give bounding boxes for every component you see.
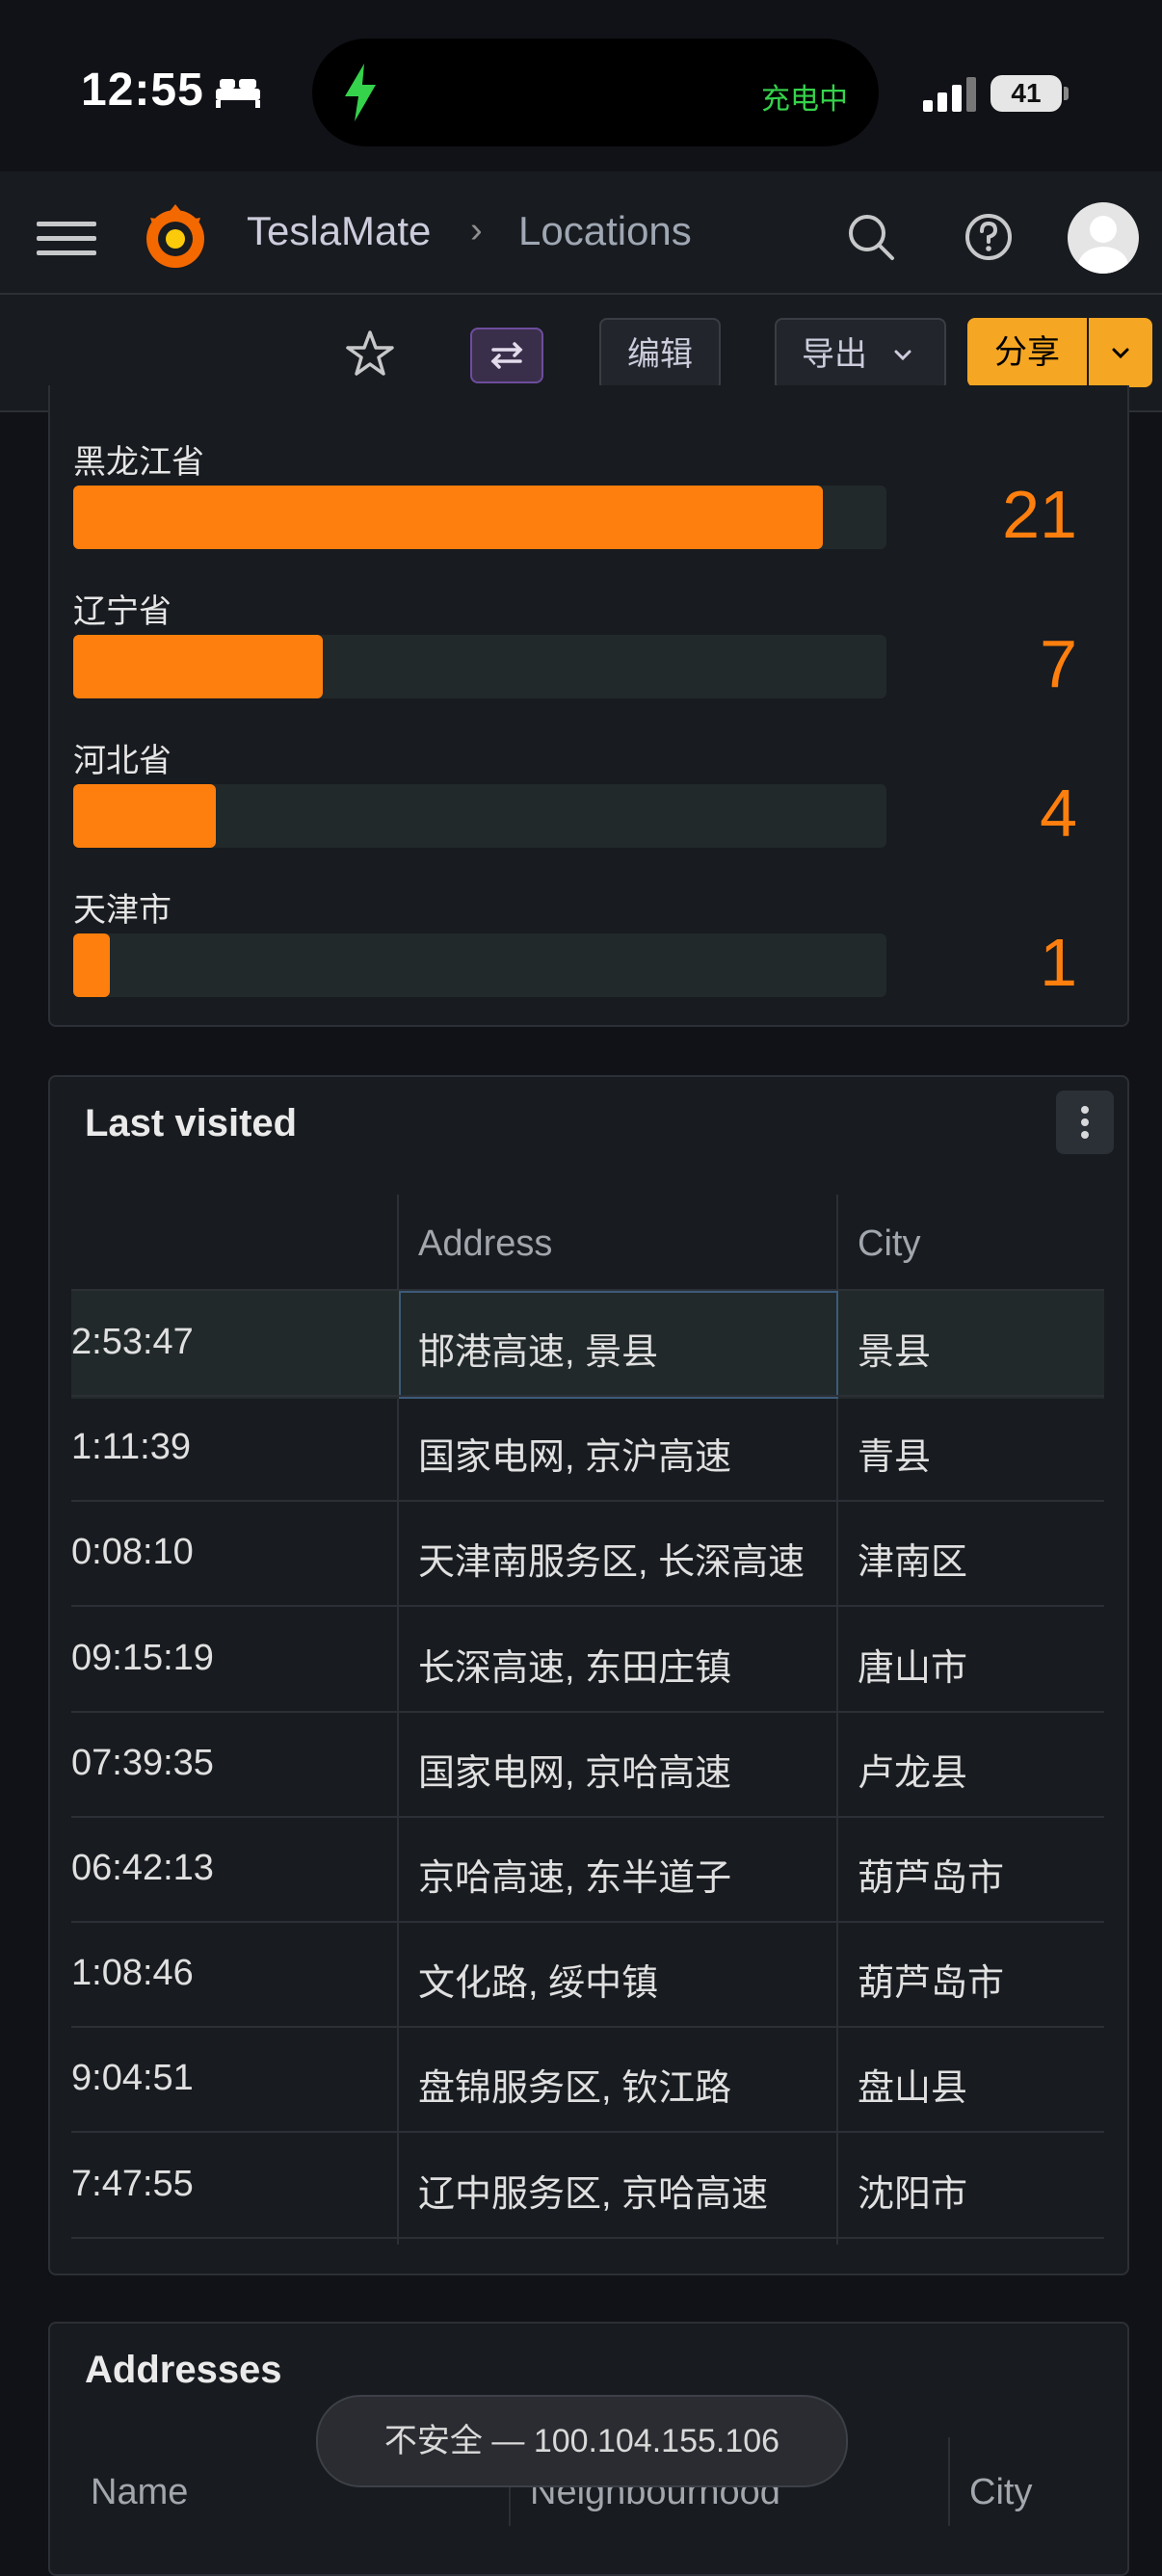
cell-time[interactable]: 2:53:47 <box>71 1322 393 1363</box>
switch-view-button[interactable] <box>470 328 543 383</box>
panel-menu-button[interactable] <box>1056 1091 1114 1154</box>
row-divider <box>71 1711 1104 1713</box>
cell-time[interactable]: 06:42:13 <box>71 1848 393 1889</box>
cell-address[interactable]: 盘锦服务区, 钦江路 <box>418 2058 832 2111</box>
star-icon[interactable] <box>343 328 397 381</box>
share-button[interactable]: 分享 <box>967 318 1087 387</box>
addresses-title: Addresses <box>85 2349 282 2391</box>
column-header-city[interactable]: City <box>858 1223 920 1265</box>
row-divider <box>71 2131 1104 2133</box>
cell-city[interactable]: 唐山市 <box>858 1638 1098 1691</box>
province-bar-track <box>73 933 886 997</box>
province-bar-fill <box>73 486 823 549</box>
row-divider <box>71 2237 1104 2239</box>
province-label: 天津市 <box>73 892 172 929</box>
row-divider <box>71 1395 1104 1397</box>
province-count: 1 <box>1040 925 1077 1000</box>
province-count: 7 <box>1040 626 1077 701</box>
row-divider <box>71 1605 1104 1607</box>
cell-city[interactable]: 卢龙县 <box>858 1743 1098 1796</box>
province-count: 4 <box>1040 775 1077 851</box>
cell-address[interactable]: 文化路, 绥中镇 <box>418 1953 832 2006</box>
row-divider <box>71 1500 1104 1502</box>
province-bar-track <box>73 784 886 848</box>
breadcrumb-app[interactable]: TeslaMate <box>247 208 431 254</box>
cell-address[interactable]: 邯港高速, 景县 <box>418 1322 832 1375</box>
province-count: 21 <box>1002 477 1077 552</box>
cell-address[interactable]: 国家电网, 京沪高速 <box>418 1427 832 1480</box>
cell-city[interactable]: 葫芦岛市 <box>858 1953 1098 2006</box>
chevron-down-icon <box>1112 348 1129 359</box>
export-button[interactable]: 导出 <box>775 318 946 391</box>
grafana-logo[interactable] <box>139 200 212 274</box>
cell-address[interactable]: 京哈高速, 东半道子 <box>418 1848 832 1901</box>
column-header-city[interactable]: City <box>969 2472 1032 2513</box>
battery-indicator: 41 <box>990 75 1062 112</box>
chevron-down-icon <box>894 350 911 361</box>
cell-time[interactable]: 9:04:51 <box>71 2058 393 2099</box>
province-label: 黑龙江省 <box>73 444 204 481</box>
export-label: 导出 <box>802 336 867 373</box>
charging-bolt-icon <box>345 64 376 121</box>
signal-icon <box>923 77 976 112</box>
kebab-icon <box>1081 1106 1089 1139</box>
province-bar-track <box>73 635 886 698</box>
cell-time[interactable]: 1:11:39 <box>71 1427 393 1468</box>
cell-address[interactable]: 长深高速, 东田庄镇 <box>418 1638 832 1691</box>
status-time: 12:55 <box>81 65 204 116</box>
search-icon[interactable] <box>844 210 898 264</box>
cell-city[interactable]: 沈阳市 <box>858 2164 1098 2217</box>
share-dropdown-button[interactable] <box>1089 318 1152 387</box>
cell-city[interactable]: 青县 <box>858 1427 1098 1480</box>
avatar[interactable] <box>1068 202 1139 274</box>
row-divider <box>71 1816 1104 1818</box>
province-label: 辽宁省 <box>73 593 172 630</box>
cell-time[interactable]: 09:15:19 <box>71 1638 393 1679</box>
province-bar-fill <box>73 784 216 848</box>
province-bar-fill <box>73 933 110 997</box>
cell-time[interactable]: 7:47:55 <box>71 2164 393 2205</box>
cell-address[interactable]: 国家电网, 京哈高速 <box>418 1743 832 1796</box>
column-header-name[interactable]: Name <box>91 2472 188 2513</box>
menu-icon[interactable] <box>37 220 96 258</box>
row-divider <box>71 1921 1104 1923</box>
cell-address[interactable]: 天津南服务区, 长深高速 <box>418 1532 832 1585</box>
cell-time[interactable]: 0:08:10 <box>71 1532 393 1573</box>
help-icon[interactable] <box>962 210 1016 264</box>
cell-address[interactable]: 辽中服务区, 京哈高速 <box>418 2164 832 2217</box>
browser-url-bar[interactable]: 不安全 — 100.104.155.106 <box>316 2395 848 2487</box>
edit-button[interactable]: 编辑 <box>599 318 721 391</box>
province-label: 河北省 <box>73 743 172 779</box>
breadcrumb-page: Locations <box>518 208 692 253</box>
row-divider <box>71 2026 1104 2028</box>
last-visited-title: Last visited <box>85 1102 298 1144</box>
column-divider <box>948 2437 950 2526</box>
province-bar-track <box>73 486 886 549</box>
breadcrumb-separator: › <box>470 210 483 250</box>
cell-city[interactable]: 津南区 <box>858 1532 1098 1585</box>
charging-label: 充电中 <box>761 84 848 116</box>
cell-city[interactable]: 盘山县 <box>858 2058 1098 2111</box>
province-bar-fill <box>73 635 323 698</box>
cell-time[interactable]: 1:08:46 <box>71 1953 393 1994</box>
column-header-address[interactable]: Address <box>418 1223 552 1265</box>
bed-icon <box>216 79 260 108</box>
cell-city[interactable]: 景县 <box>858 1322 1098 1375</box>
cell-time[interactable]: 07:39:35 <box>71 1743 393 1784</box>
switch-icon <box>490 342 523 369</box>
cell-city[interactable]: 葫芦岛市 <box>858 1848 1098 1901</box>
battery-tip <box>1064 87 1069 100</box>
